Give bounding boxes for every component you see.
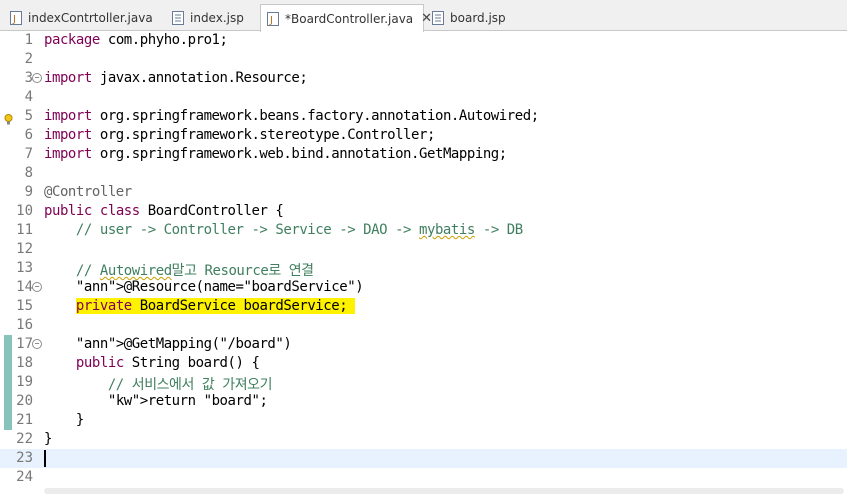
tab-label: indexContrtoller.java <box>28 11 153 25</box>
code-line: 18 public String board() { <box>0 354 847 373</box>
code-line: 10 public class BoardController { <box>0 202 847 221</box>
line-number: 13 <box>16 260 33 276</box>
fold-collapse-icon[interactable]: − <box>32 339 42 349</box>
horizontal-scrollbar[interactable] <box>44 488 844 494</box>
code-text: "ann">@GetMapping("/board") <box>75 336 292 352</box>
line-number: 12 <box>16 241 33 257</box>
code-line: 11 // user -> Controller -> Service -> D… <box>0 221 847 240</box>
code-text: } <box>44 431 52 447</box>
code-line: 3 − import javax.annotation.Resource; <box>0 69 847 88</box>
line-number: 16 <box>16 317 33 333</box>
text-cursor <box>44 450 46 467</box>
code-line: 8 <box>0 164 847 183</box>
line-number: 9 <box>24 184 33 200</box>
code-text: @Controller <box>44 184 132 200</box>
tab-label: index.jsp <box>190 11 244 25</box>
line-number: 22 <box>16 431 33 447</box>
code-line: 12 <box>0 240 847 259</box>
code-line: 2 <box>0 50 847 69</box>
line-number: 23 <box>16 450 33 466</box>
line-number: 10 <box>16 203 33 219</box>
editor-tab-bar: J indexContrtoller.java index.jsp J *Boa… <box>0 0 847 32</box>
code-text: import org.springframework.web.bind.anno… <box>44 146 507 162</box>
code-line: 15 private BoardService boardService; <box>0 297 847 316</box>
tab-board-jsp[interactable]: board.jsp <box>426 5 522 31</box>
code-line: 16 <box>0 316 847 335</box>
line-number: 8 <box>24 165 33 181</box>
tab-label: *BoardController.java <box>285 11 414 26</box>
jsp-file-icon <box>432 11 444 25</box>
line-number: 14 <box>16 279 33 295</box>
line-number: 3 <box>24 70 33 86</box>
line-number: 19 <box>16 374 33 390</box>
code-text: package com.phyho.pro1; <box>44 32 228 48</box>
line-number: 21 <box>16 412 33 428</box>
code-text: "kw">return "board"; <box>107 393 268 409</box>
code-text: private BoardService boardService; <box>75 298 356 314</box>
code-editor[interactable]: 1 package com.phyho.pro1; 2 3 − import j… <box>0 31 847 497</box>
code-line: 14 − "ann">@Resource(name="boardService"… <box>0 278 847 297</box>
tab-boardcontroller-java[interactable]: J *BoardController.java ✕ <box>260 4 432 32</box>
code-line: 19 // 서비스에서 값 가져오기 <box>0 373 847 393</box>
code-line: 20 "kw">return "board"; <box>0 392 847 411</box>
line-number: 15 <box>16 298 33 314</box>
line-number: 5 <box>24 108 33 124</box>
line-number: 4 <box>24 89 33 105</box>
code-line: 1 package com.phyho.pro1; <box>0 31 847 50</box>
code-line: 5 import org.springframework.beans.facto… <box>0 107 847 126</box>
tab-index-jsp[interactable]: index.jsp <box>166 5 258 31</box>
svg-text:J: J <box>12 14 16 25</box>
java-file-icon: J <box>10 11 22 25</box>
tab-label: board.jsp <box>450 11 506 25</box>
line-number: 18 <box>16 355 33 371</box>
code-text: "ann">@Resource(name="boardService") <box>75 279 364 295</box>
code-line: 17 − "ann">@GetMapping("/board") <box>0 335 847 354</box>
line-number: 11 <box>16 222 33 238</box>
line-number: 20 <box>16 393 33 409</box>
code-line: 7 import org.springframework.web.bind.an… <box>0 145 847 164</box>
code-text: public String board() { <box>75 355 260 371</box>
code-text: // 서비스에서 값 가져오기 <box>44 377 273 393</box>
code-line: 13 // Autowired말고 Resource로 연결 <box>0 259 847 279</box>
code-line: 9 @Controller <box>0 183 847 202</box>
code-text: // user -> Controller -> Service -> DAO … <box>44 222 523 238</box>
code-text: // Autowired말고 Resource로 연결 <box>44 263 314 279</box>
code-line: 21 } <box>0 411 847 430</box>
line-number: 24 <box>16 469 33 485</box>
code-text: import org.springframework.beans.factory… <box>44 108 539 124</box>
code-line: 24 <box>0 468 847 487</box>
svg-text:J: J <box>269 15 273 26</box>
java-file-icon: J <box>267 11 279 26</box>
code-text: public class BoardController { <box>44 203 284 219</box>
tab-indexcontrtoller-java[interactable]: J indexContrtoller.java <box>4 5 164 31</box>
code-text: import javax.annotation.Resource; <box>44 70 308 86</box>
jsp-file-icon <box>172 11 184 25</box>
fold-collapse-icon[interactable]: − <box>32 73 42 83</box>
code-text: import org.springframework.stereotype.Co… <box>44 127 435 143</box>
code-line: 4 <box>0 88 847 107</box>
line-number: 7 <box>24 146 33 162</box>
current-line: 23 <box>0 449 847 468</box>
fold-collapse-icon[interactable]: − <box>32 282 42 292</box>
line-number: 1 <box>24 32 33 48</box>
line-number: 6 <box>24 127 33 143</box>
code-text: } <box>44 412 84 428</box>
line-number: 17 <box>16 336 33 352</box>
code-line: 6 import org.springframework.stereotype.… <box>0 126 847 145</box>
line-number: 2 <box>24 51 33 67</box>
code-line: 22 } <box>0 430 847 449</box>
